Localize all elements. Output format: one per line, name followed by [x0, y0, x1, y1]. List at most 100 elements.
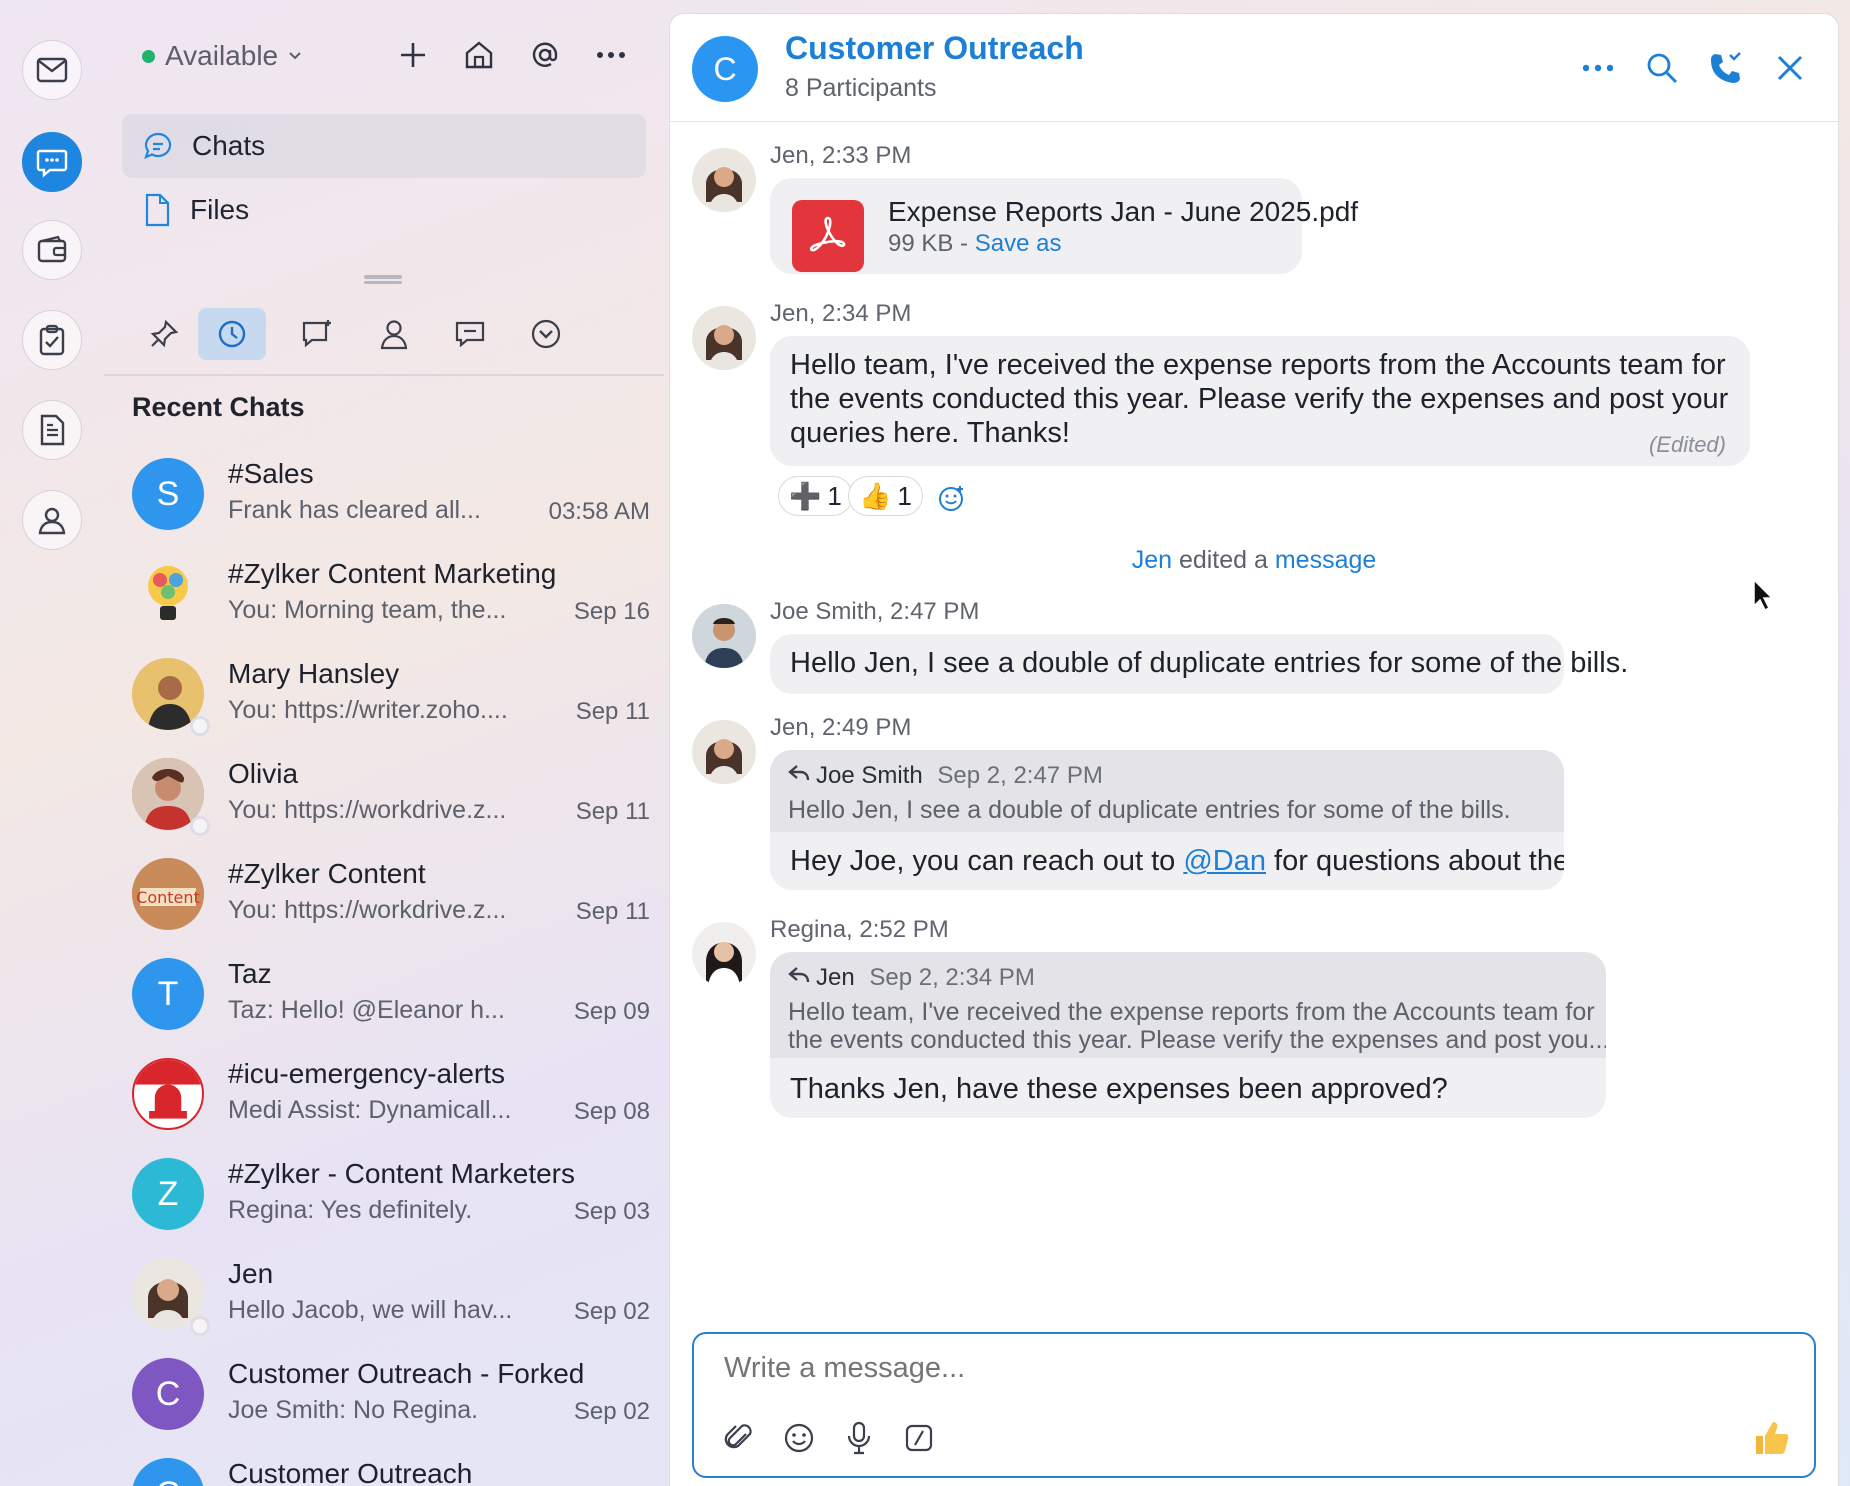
mail-icon[interactable] — [22, 40, 82, 100]
quoted-message[interactable]: Jen Sep 2, 2:34 PM Hello team, I've rece… — [770, 952, 1606, 1058]
chat-preview: You: Morning team, the... — [228, 596, 507, 624]
chat-item[interactable]: Jen Hello Jacob, we will hav... Sep 02 — [130, 1252, 650, 1352]
reaction-plus-one[interactable]: ➕ 1 — [778, 476, 853, 516]
file-size: 99 KB - Save as — [888, 230, 1062, 257]
slash-command-icon[interactable] — [902, 1420, 936, 1456]
message-text: Hello team, I've received the expense re… — [790, 349, 1729, 449]
chat-item[interactable]: C Customer Outreach — [130, 1452, 650, 1486]
chat-preview: You: https://workdrive.z... — [228, 896, 507, 924]
quote-author: Jen — [816, 964, 855, 991]
microphone-icon[interactable] — [842, 1420, 876, 1456]
clock-icon[interactable] — [198, 308, 266, 360]
chat-item[interactable]: #Zylker Content Marketing You: Morning t… — [130, 552, 650, 652]
chat-name: #Sales — [228, 458, 314, 489]
chat-time: Sep 09 — [573, 998, 650, 1025]
chat-name: #Zylker Content Marketing — [228, 558, 557, 589]
more-icon[interactable] — [592, 36, 630, 74]
avatar: S — [132, 458, 204, 530]
avatar: Content — [132, 858, 204, 930]
quote-author: Joe Smith — [816, 762, 923, 789]
plus-icon[interactable] — [394, 36, 432, 74]
avatar: C — [132, 1458, 204, 1486]
chat-preview: You: https://workdrive.z... — [228, 796, 507, 824]
home-icon[interactable] — [460, 36, 498, 74]
chat-name: Taz — [228, 958, 272, 989]
wallet-icon[interactable] — [22, 220, 82, 280]
close-icon[interactable] — [1772, 50, 1808, 86]
nav-files[interactable]: Files — [122, 178, 646, 242]
avatar[interactable]: C — [692, 36, 758, 102]
nav-chats[interactable]: Chats — [122, 114, 646, 178]
file-attachment[interactable]: Expense Reports Jan - June 2025.pdf 99 K… — [770, 178, 1358, 274]
mention-link[interactable]: @Dan — [1183, 845, 1266, 877]
chat-filter-tabs — [122, 308, 646, 364]
chat-item[interactable]: Mary Hansley You: https://writer.zoho...… — [130, 652, 650, 752]
page-title[interactable]: Customer Outreach — [785, 30, 1084, 67]
message-composer — [692, 1332, 1816, 1478]
add-reaction-icon[interactable] — [938, 484, 966, 512]
person-icon[interactable] — [360, 308, 428, 360]
chat-item[interactable]: C Customer Outreach - Forked Joe Smith: … — [130, 1352, 650, 1452]
chat-preview: Joe Smith: No Regina. — [228, 1396, 479, 1424]
chat-name: Jen — [228, 1258, 274, 1289]
reply-icon — [788, 966, 810, 984]
chat-time: Sep 02 — [573, 1298, 650, 1325]
chat-item[interactable]: #icu-emergency-alerts Medi Assist: Dynam… — [130, 1052, 650, 1152]
avatar[interactable] — [692, 922, 756, 986]
avatar[interactable] — [692, 306, 756, 370]
chat-bubble-icon — [144, 132, 172, 159]
mention-icon[interactable] — [526, 36, 564, 74]
message-input[interactable] — [724, 1352, 1724, 1385]
call-icon[interactable] — [1708, 50, 1744, 86]
system-message-link[interactable]: message — [1275, 546, 1376, 574]
message-bubble[interactable]: Joe Smith Sep 2, 2:47 PM Hello Jen, I se… — [770, 750, 1564, 890]
thread-icon[interactable] — [436, 308, 504, 360]
message-bubble[interactable]: Hello team, I've received the expense re… — [770, 336, 1750, 466]
clipboard-icon[interactable] — [22, 310, 82, 370]
avatar[interactable] — [692, 604, 756, 668]
message-meta: Regina, 2:52 PM — [770, 916, 949, 943]
quote-time: Sep 2, 2:34 PM — [869, 964, 1035, 991]
search-icon[interactable] — [1644, 50, 1680, 86]
avatar: T — [132, 958, 204, 1030]
chevron-down-circle-icon[interactable] — [512, 308, 580, 360]
avatar[interactable] — [692, 148, 756, 212]
attachment-icon[interactable] — [722, 1420, 756, 1456]
message-bubble[interactable]: Jen Sep 2, 2:34 PM Hello team, I've rece… — [770, 952, 1606, 1118]
avatar[interactable] — [692, 720, 756, 784]
resize-handle[interactable] — [364, 275, 402, 279]
message-bubble[interactable]: Hello Jen, I see a double of duplicate e… — [770, 634, 1628, 694]
thumbs-up-send-icon[interactable] — [1752, 1418, 1792, 1458]
chat-preview: Frank has cleared all... — [228, 496, 481, 524]
document-icon[interactable] — [22, 400, 82, 460]
chat-name: Olivia — [228, 758, 299, 789]
chat-time: Sep 03 — [573, 1198, 650, 1225]
more-icon[interactable] — [1580, 50, 1616, 86]
conversation-panel: C Customer Outreach 8 Participants Jen, … — [670, 14, 1838, 1486]
chat-item[interactable]: S #Sales Frank has cleared all... 03:58 … — [130, 452, 650, 552]
chat-item[interactable]: T Taz Taz: Hello! @Eleanor h... Sep 09 — [130, 952, 650, 1052]
emoji-icon[interactable] — [782, 1420, 816, 1456]
chat-preview: Hello Jacob, we will hav... — [228, 1296, 513, 1324]
reaction-thumbs-up[interactable]: 👍 1 — [848, 476, 923, 516]
chat-icon[interactable] — [22, 132, 82, 192]
status-selector[interactable]: Available — [142, 40, 302, 72]
chat-item[interactable]: Z #Zylker - Content Marketers Regina: Ye… — [130, 1152, 650, 1252]
chat-item[interactable]: Olivia You: https://workdrive.z... Sep 1… — [130, 752, 650, 852]
nav-chats-label: Chats — [192, 130, 266, 161]
chat-name: #Zylker - Content Marketers — [228, 1158, 575, 1189]
pin-icon[interactable] — [130, 308, 198, 360]
chevron-down-icon — [289, 52, 301, 60]
chat-preview: You: https://writer.zoho.... — [228, 696, 508, 724]
chat-name: Customer Outreach - Forked — [228, 1358, 585, 1389]
quote-text: Hello Jen, I see a double of duplicate e… — [788, 796, 1511, 824]
contacts-icon[interactable] — [22, 490, 82, 550]
system-user-link[interactable]: Jen — [1132, 546, 1172, 574]
chat-time: 03:58 AM — [548, 498, 650, 525]
recent-chats-heading: Recent Chats — [132, 392, 305, 422]
participants-count[interactable]: 8 Participants — [785, 74, 936, 103]
save-as-link[interactable]: Save as — [975, 230, 1062, 257]
channel-icon[interactable] — [284, 308, 352, 360]
quoted-message[interactable]: Joe Smith Sep 2, 2:47 PM Hello Jen, I se… — [770, 750, 1564, 832]
chat-item[interactable]: Content #Zylker Content You: https://wor… — [130, 852, 650, 952]
